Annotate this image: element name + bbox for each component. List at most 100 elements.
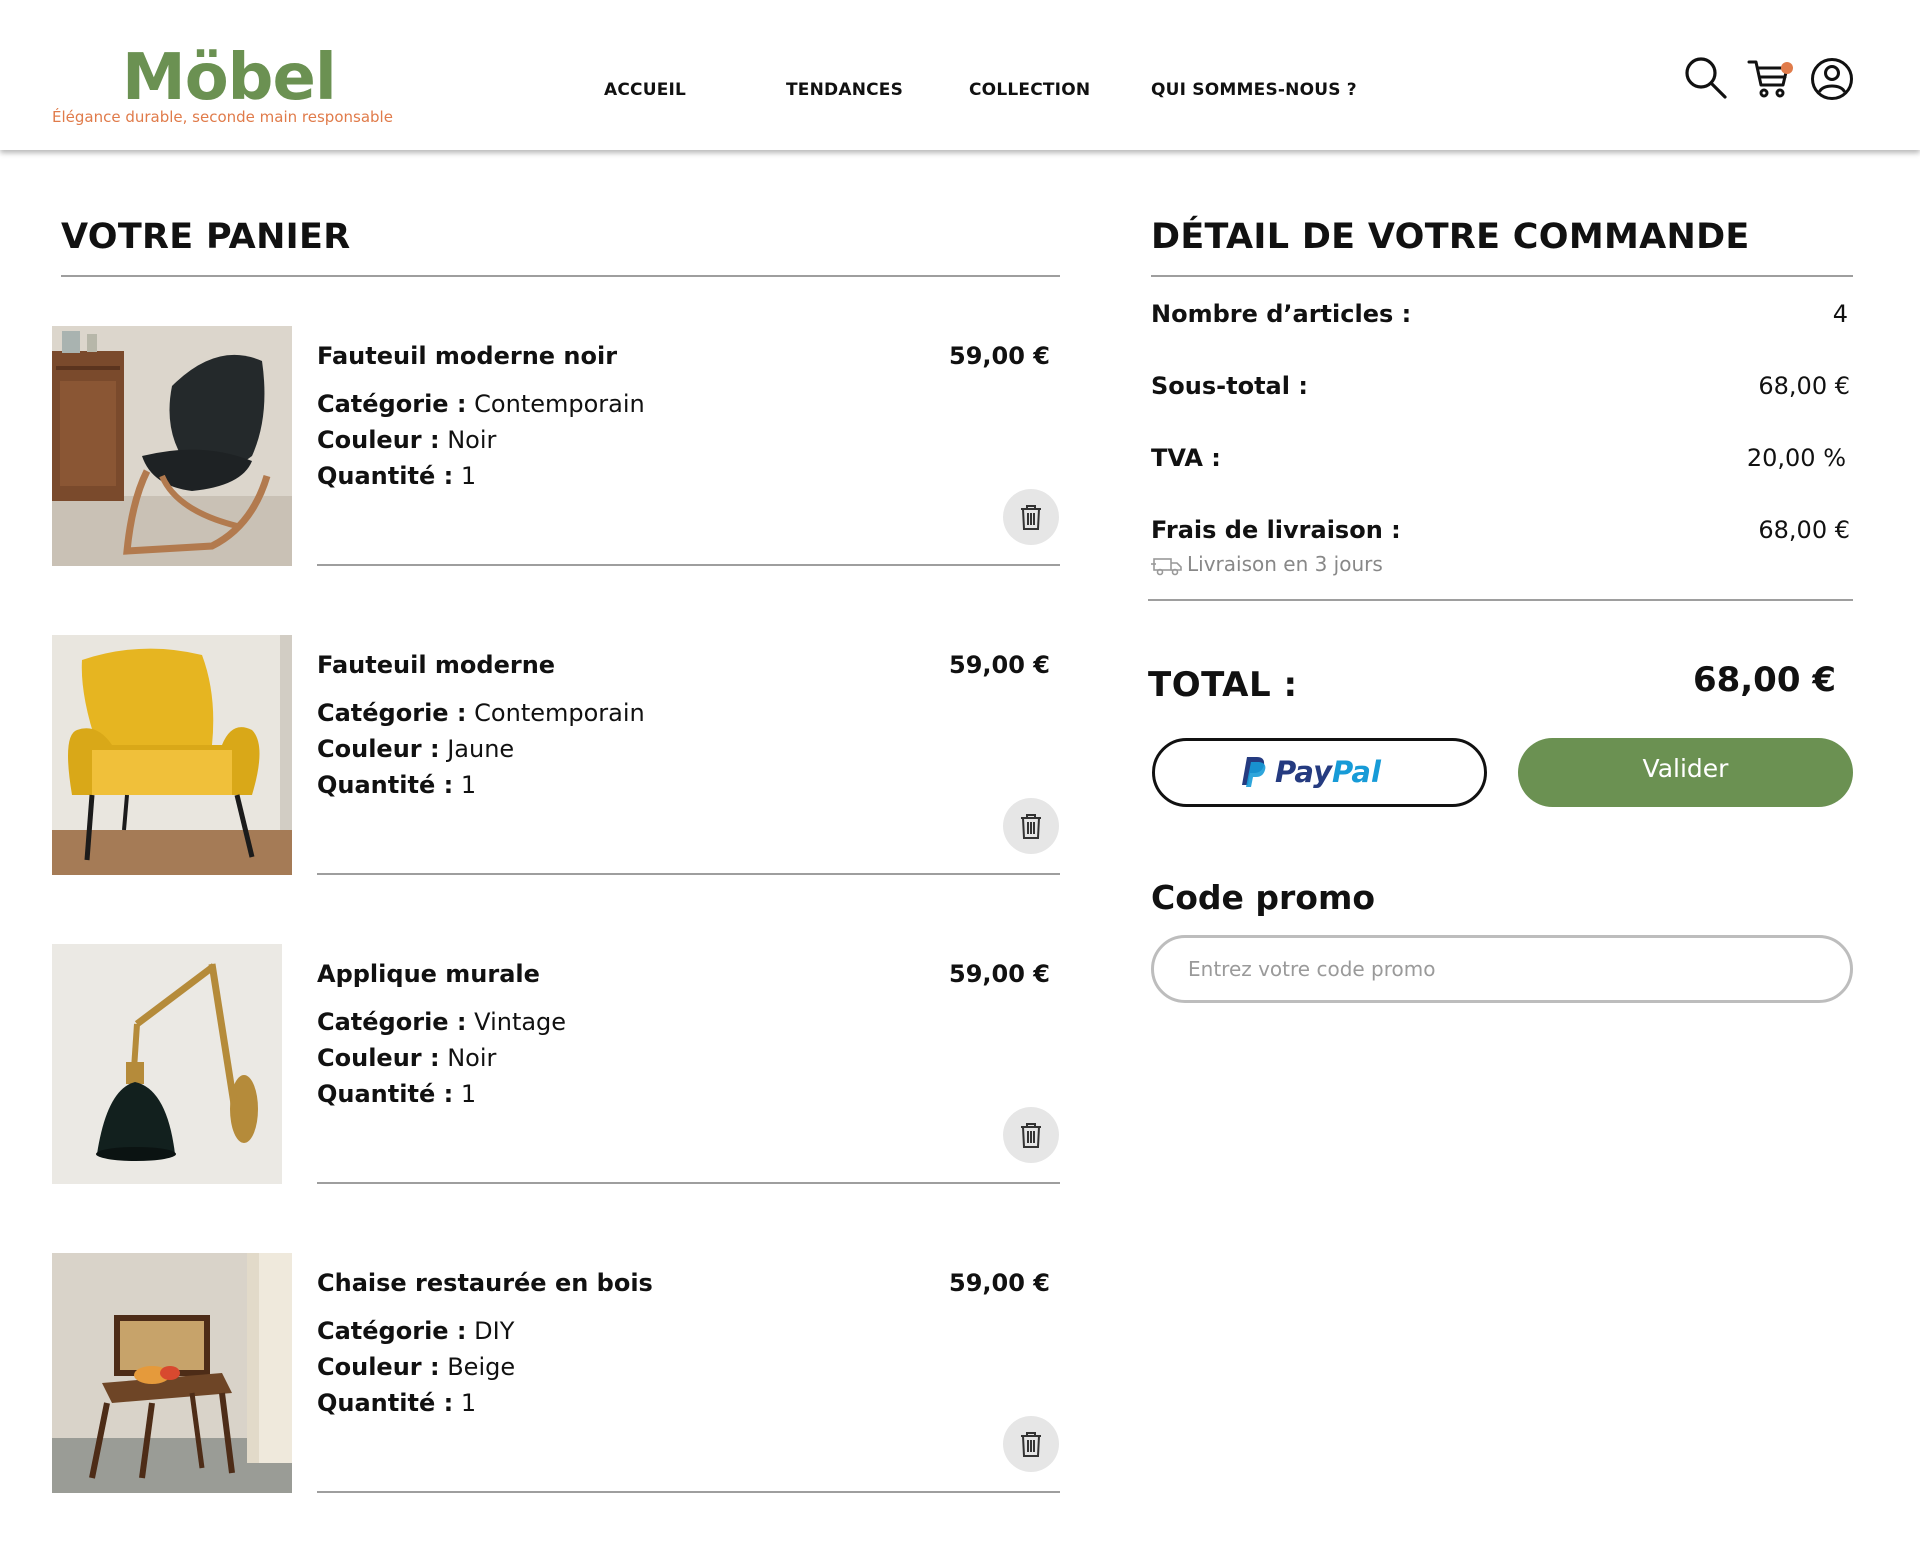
item-category: Catégorie : Contemporain	[317, 699, 645, 727]
item-name[interactable]: Applique murale	[317, 960, 540, 988]
category-label: Catégorie :	[317, 699, 467, 727]
cart-title-divider	[61, 275, 1060, 277]
quantity-value: 1	[460, 771, 477, 799]
product-image-wall-lamp[interactable]	[52, 944, 282, 1184]
item-quantity: Quantité : 1	[317, 1389, 476, 1417]
item-color: Couleur : Noir	[317, 426, 496, 454]
color-value: Jaune	[447, 735, 515, 763]
item-divider	[317, 564, 1060, 566]
search-icon[interactable]	[1683, 55, 1729, 101]
paypal-wordmark-pal: Pal	[1331, 755, 1381, 789]
item-name[interactable]: Fauteuil moderne	[317, 651, 555, 679]
color-value: Noir	[447, 426, 497, 454]
vat-label: TVA :	[1151, 444, 1221, 472]
item-quantity: Quantité : 1	[317, 1080, 476, 1108]
product-image-yellow-armchair[interactable]	[52, 635, 292, 875]
color-value: Beige	[447, 1353, 516, 1381]
vat-value: 20,00 %	[1746, 444, 1846, 472]
product-image-black-armchair[interactable]	[52, 326, 292, 566]
item-quantity: Quantité : 1	[317, 771, 476, 799]
cart-title: VOTRE PANIER	[61, 217, 351, 257]
nav-item-accueil[interactable]: ACCUEIL	[604, 80, 686, 100]
validate-button[interactable]: Valider	[1518, 738, 1853, 807]
promo-code-input[interactable]	[1151, 935, 1853, 1003]
quantity-label: Quantité :	[317, 1389, 454, 1417]
total-value: 68,00 €	[1692, 660, 1836, 700]
quantity-value: 1	[460, 462, 477, 490]
trash-icon	[1021, 505, 1041, 530]
trash-icon	[1021, 1123, 1041, 1148]
quantity-label: Quantité :	[317, 1080, 454, 1108]
category-value: DIY	[474, 1317, 515, 1345]
item-price: 59,00 €	[949, 342, 1050, 370]
nav-item-collection[interactable]: COLLECTION	[969, 80, 1090, 100]
nav-item-qui-sommes-nous[interactable]: QUI SOMMES-NOUS ?	[1151, 80, 1357, 100]
color-label: Couleur :	[317, 1044, 440, 1072]
remove-item-button[interactable]	[1003, 1416, 1059, 1472]
truck-icon	[1151, 557, 1182, 575]
color-value: Noir	[447, 1044, 497, 1072]
quantity-value: 1	[460, 1389, 477, 1417]
order-title: DÉTAIL DE VOTRE COMMANDE	[1151, 217, 1750, 257]
brand-tagline: Élégance durable, seconde main responsab…	[52, 108, 393, 126]
shipping-label: Frais de livraison :	[1151, 516, 1401, 544]
remove-item-button[interactable]	[1003, 798, 1059, 854]
subtotal-label: Sous-total :	[1151, 372, 1308, 400]
product-image-wooden-chair[interactable]	[52, 1253, 292, 1493]
category-value: Vintage	[474, 1008, 567, 1036]
item-divider	[317, 1182, 1060, 1184]
article-count-value: 4	[1832, 300, 1848, 328]
item-divider	[317, 1491, 1060, 1493]
brand-logo[interactable]: Möbel	[122, 38, 337, 118]
item-name[interactable]: Fauteuil moderne noir	[317, 342, 617, 370]
paypal-button[interactable]: PayPal	[1152, 738, 1487, 807]
quantity-label: Quantité :	[317, 462, 454, 490]
shipping-value: 68,00 €	[1758, 516, 1850, 544]
user-icon[interactable]	[1810, 57, 1856, 103]
category-label: Catégorie :	[317, 390, 467, 418]
item-divider	[317, 873, 1060, 875]
article-count-label: Nombre d’articles :	[1151, 300, 1412, 328]
item-price: 59,00 €	[949, 960, 1050, 988]
subtotal-value: 68,00 €	[1758, 372, 1850, 400]
trash-icon	[1021, 814, 1041, 839]
color-label: Couleur :	[317, 1353, 440, 1381]
item-price: 59,00 €	[949, 1269, 1050, 1297]
category-label: Catégorie :	[317, 1317, 467, 1345]
order-title-divider	[1151, 275, 1853, 277]
cart-item: Chaise restaurée en bois 59,00 € Catégor…	[0, 1253, 1080, 1513]
item-category: Catégorie : DIY	[317, 1317, 514, 1345]
item-quantity: Quantité : 1	[317, 462, 476, 490]
item-color: Couleur : Beige	[317, 1353, 515, 1381]
total-label: TOTAL :	[1148, 665, 1298, 705]
delivery-note-text: Livraison en 3 jours	[1187, 552, 1383, 576]
item-name[interactable]: Chaise restaurée en bois	[317, 1269, 653, 1297]
promo-title: Code promo	[1151, 878, 1376, 917]
cart-item: Fauteuil moderne noir 59,00 € Catégorie …	[0, 326, 1080, 586]
paypal-icon	[1242, 757, 1266, 787]
paypal-wordmark-pay: Pay	[1275, 755, 1332, 789]
color-label: Couleur :	[317, 426, 440, 454]
paypal-logo: PayPal	[1241, 755, 1381, 789]
summary-divider	[1148, 599, 1853, 601]
quantity-value: 1	[460, 1080, 477, 1108]
remove-item-button[interactable]	[1003, 489, 1059, 545]
category-label: Catégorie :	[317, 1008, 467, 1036]
cart-item: Fauteuil moderne 59,00 € Catégorie : Con…	[0, 635, 1080, 895]
item-category: Catégorie : Vintage	[317, 1008, 566, 1036]
paypal-wordmark: PayPal	[1275, 755, 1381, 789]
item-color: Couleur : Jaune	[317, 735, 514, 763]
item-color: Couleur : Noir	[317, 1044, 496, 1072]
quantity-label: Quantité :	[317, 771, 454, 799]
color-label: Couleur :	[317, 735, 440, 763]
item-price: 59,00 €	[949, 651, 1050, 679]
item-category: Catégorie : Contemporain	[317, 390, 645, 418]
delivery-note: Livraison en 3 jours	[1151, 552, 1383, 576]
nav-item-tendances[interactable]: TENDANCES	[786, 80, 903, 100]
category-value: Contemporain	[474, 699, 645, 727]
trash-icon	[1021, 1432, 1041, 1457]
remove-item-button[interactable]	[1003, 1107, 1059, 1163]
category-value: Contemporain	[474, 390, 645, 418]
cart-notification-dot	[1781, 62, 1793, 74]
cart-item: Applique murale 59,00 € Catégorie : Vint…	[0, 944, 1080, 1204]
